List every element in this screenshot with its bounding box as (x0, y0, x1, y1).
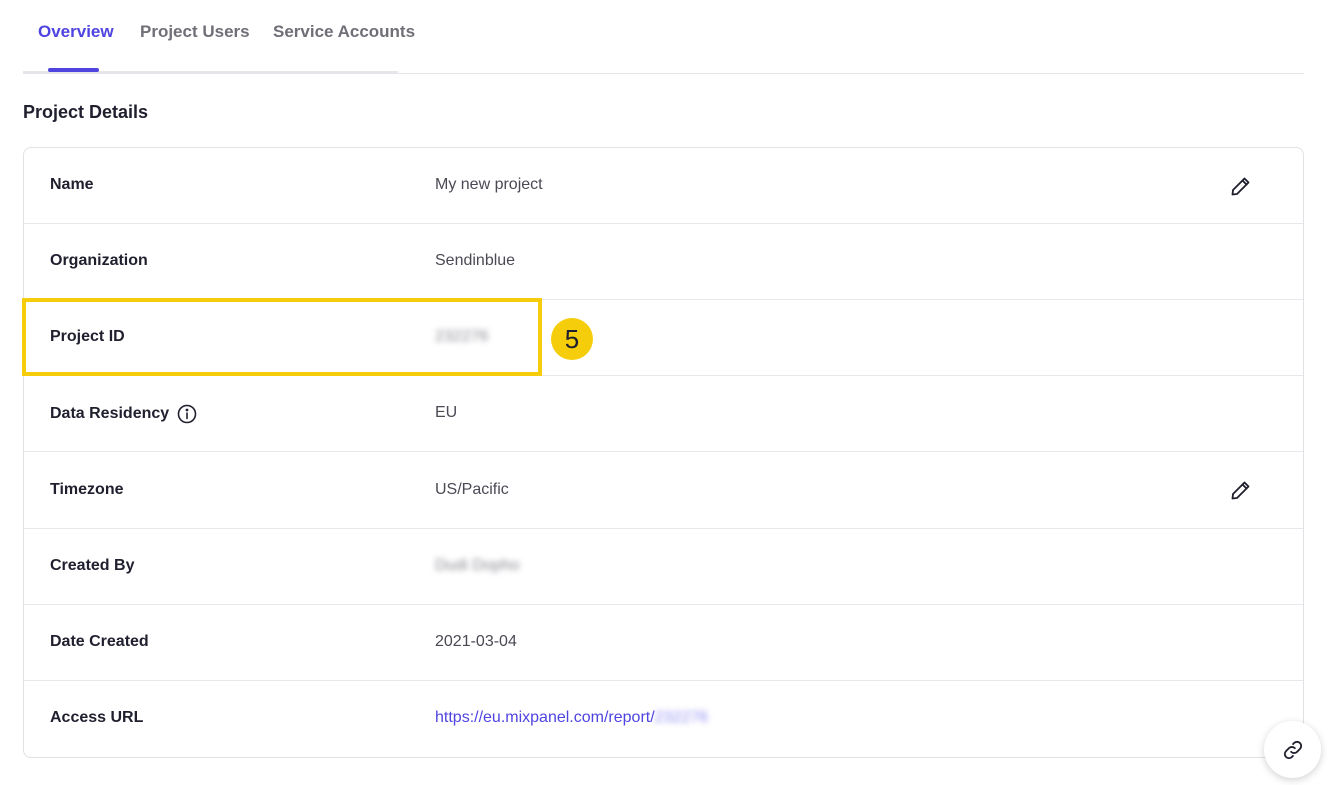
row-label: Name (50, 176, 94, 193)
annotation-highlight-box (22, 298, 542, 376)
tab-overview[interactable]: Overview (38, 22, 114, 42)
detail-row-name: Name My new project (24, 148, 1303, 224)
data-residency-value: EU (435, 404, 458, 421)
tab-bar: Overview Project Users Service Accounts (23, 0, 1304, 74)
project-name-value: My new project (435, 176, 543, 193)
pencil-icon (1231, 481, 1250, 500)
info-icon[interactable] (177, 404, 197, 424)
annotation-step-badge: 5 (551, 318, 593, 360)
project-details-card: Name My new project Organization Sendinb… (23, 147, 1304, 758)
row-label: Created By (50, 557, 135, 574)
edit-timezone-button[interactable] (1229, 478, 1253, 502)
detail-row-timezone: Timezone US/Pacific (24, 452, 1303, 529)
pencil-icon (1231, 177, 1250, 196)
link-icon (1283, 740, 1302, 759)
detail-row-access-url: Access URL https://eu.mixpanel.com/repor… (24, 681, 1303, 757)
row-label: Date Created (50, 633, 149, 650)
tab-service-accounts[interactable]: Service Accounts (273, 22, 415, 42)
date-created-value: 2021-03-04 (435, 633, 517, 650)
detail-row-created-by: Created By Dudi Dopho (24, 529, 1303, 605)
data-residency-label: Data Residency (50, 405, 170, 422)
access-url-text: https://eu.mixpanel.com/report/ (435, 709, 655, 726)
copy-link-button[interactable] (1264, 721, 1321, 778)
organization-value: Sendinblue (435, 252, 516, 269)
row-label: Access URL (50, 709, 144, 726)
row-label: Timezone (50, 481, 124, 498)
timezone-value: US/Pacific (435, 481, 509, 498)
edit-name-button[interactable] (1229, 174, 1253, 198)
detail-row-data-residency: Data Residency EU (24, 376, 1303, 452)
tab-project-users[interactable]: Project Users (140, 22, 250, 42)
row-label: Organization (50, 252, 148, 269)
active-tab-indicator (48, 68, 99, 72)
created-by-value: Dudi Dopho (435, 557, 520, 574)
access-url-link[interactable]: https://eu.mixpanel.com/report/232276 (435, 709, 708, 727)
detail-row-date-created: Date Created 2021-03-04 (24, 605, 1303, 681)
detail-row-organization: Organization Sendinblue (24, 224, 1303, 300)
row-label: Data Residency (50, 404, 197, 424)
section-title: Project Details (23, 102, 149, 122)
access-url-project-id: 232276 (654, 709, 709, 726)
